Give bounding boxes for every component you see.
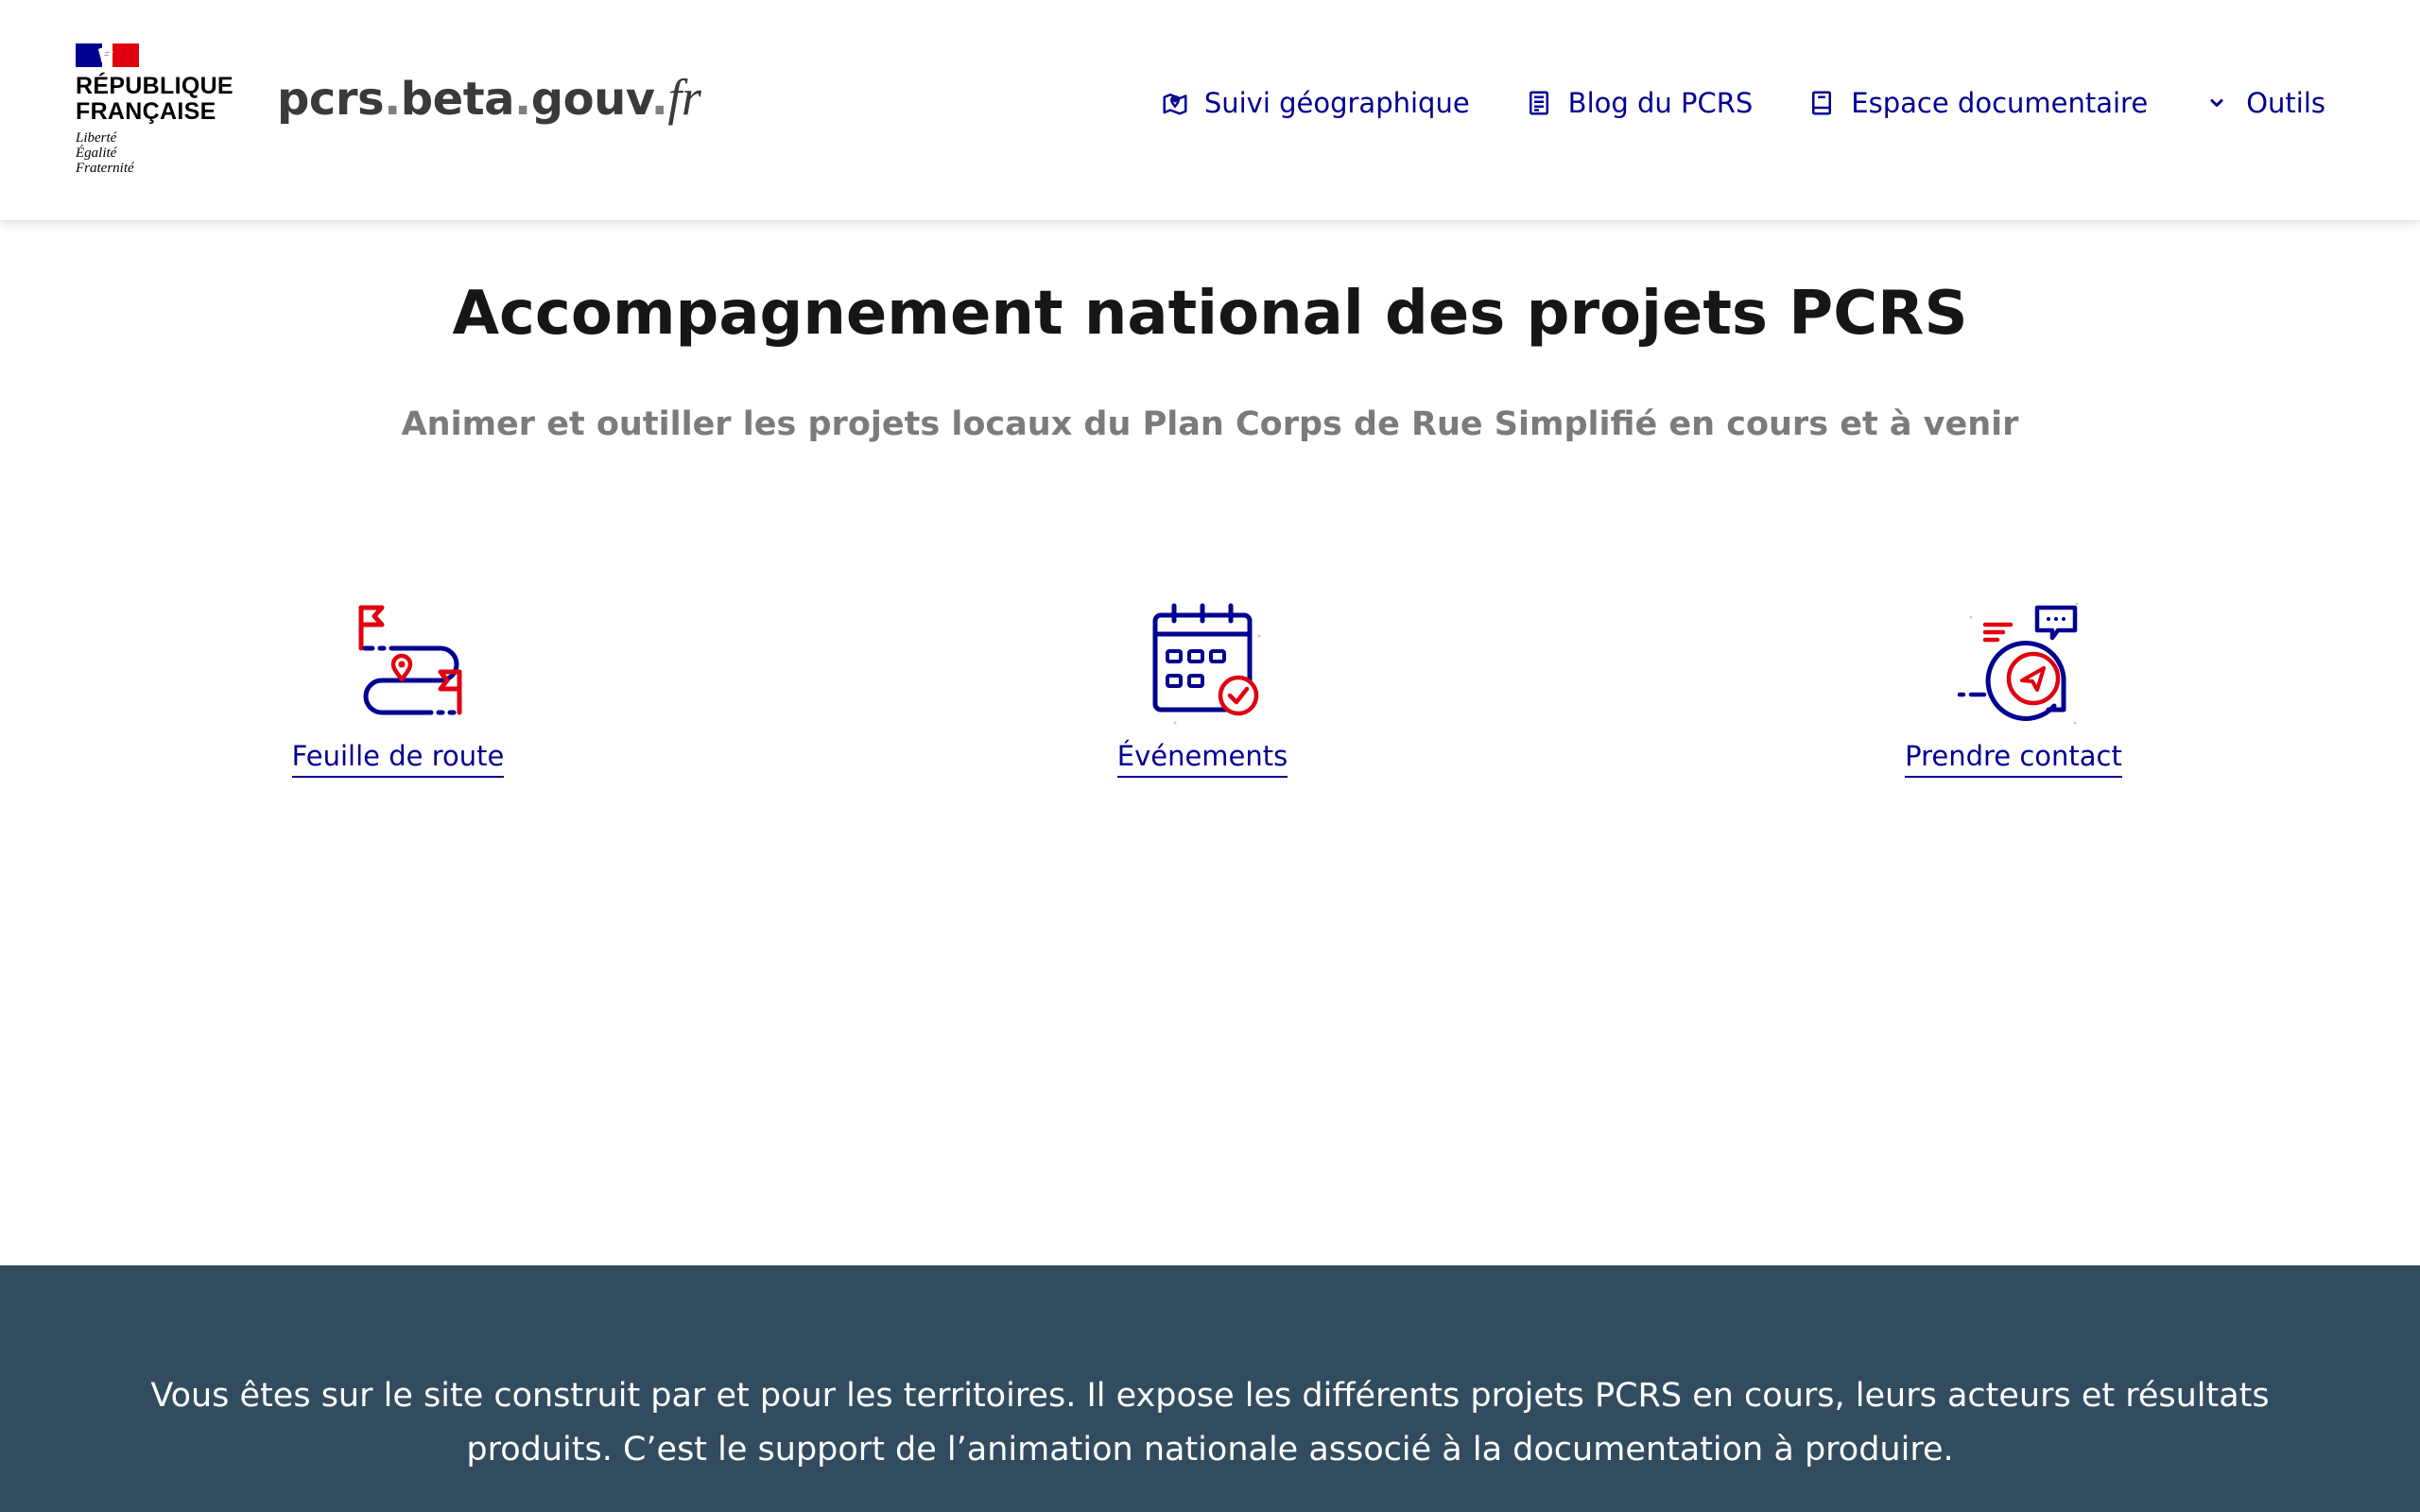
- site-title-link[interactable]: pcrs.beta.gouv.fr: [277, 68, 701, 127]
- nav-item-label: Outils: [2246, 87, 2325, 119]
- motto-line-2: Égalité: [76, 146, 117, 161]
- nav-item-espace-documentaire[interactable]: Espace documentaire: [1807, 87, 2148, 119]
- site-name-tld: fr: [667, 69, 701, 126]
- nav-item-outils[interactable]: Outils: [2203, 87, 2325, 119]
- site-name-dot-3: .: [650, 73, 668, 126]
- republique-francaise-name: RÉPUBLIQUE FRANÇAISE: [76, 73, 233, 125]
- nav-item-label: Blog du PCRS: [1567, 87, 1754, 119]
- site-name-part-3: beta: [400, 73, 515, 126]
- republique-francaise-logo[interactable]: RÉPUBLIQUE FRANÇAISE Liberté Égalité Fra…: [76, 43, 233, 176]
- republique-line-2: FRANÇAISE: [76, 98, 216, 125]
- intro-text: Vous êtes sur le site construit par et p…: [150, 1377, 2270, 1469]
- motto-line-1: Liberté: [76, 130, 117, 146]
- motto-line-3: Fraternité: [76, 161, 134, 176]
- tile-feuille-de-route[interactable]: Feuille de route: [199, 589, 596, 778]
- book-icon: [1807, 89, 1836, 117]
- chevron-down-icon: [2203, 89, 2231, 117]
- tile-evenements[interactable]: Événements: [1004, 589, 1401, 778]
- site-name-dot-2: .: [514, 73, 531, 126]
- nav-item-blog[interactable]: Blog du PCRS: [1525, 87, 1754, 119]
- page-subtitle: Animer et outiller les projets locaux du…: [401, 405, 2019, 443]
- tile-prendre-contact[interactable]: Prendre contact: [1815, 589, 2212, 778]
- main-content: Accompagnement national des projets PCRS…: [0, 220, 2420, 1265]
- site-name-part-5: gouv: [530, 73, 651, 126]
- contact-icon: [1957, 602, 2079, 725]
- page-title: Accompagnement national des projets PCRS: [452, 279, 1968, 349]
- nav-item-label: Espace documentaire: [1851, 87, 2149, 119]
- tile-link[interactable]: Feuille de route: [291, 740, 505, 778]
- intro-band: Vous êtes sur le site construit par et p…: [0, 1265, 2420, 1512]
- roadmap-icon: [358, 605, 462, 715]
- tile-link[interactable]: Prendre contact: [1905, 740, 2122, 778]
- tile-link[interactable]: Événements: [1116, 740, 1288, 778]
- republique-motto: Liberté Égalité Fraternité: [76, 130, 227, 176]
- main-navigation: Suivi géographique Blog du PCRS Espace d…: [1161, 87, 2325, 119]
- site-header: RÉPUBLIQUE FRANÇAISE Liberté Égalité Fra…: [0, 0, 2420, 221]
- site-name-part-1: pcrs: [277, 73, 385, 126]
- site-name-dot-1: .: [384, 73, 401, 126]
- map-pin-icon: [1161, 89, 1189, 117]
- republique-line-1: RÉPUBLIQUE: [76, 73, 233, 99]
- article-icon: [1525, 89, 1553, 117]
- marianne-flag-icon: [76, 43, 139, 67]
- nav-item-suivi-geographique[interactable]: Suivi géographique: [1161, 87, 1470, 119]
- nav-item-label: Suivi géographique: [1203, 87, 1470, 119]
- calendar-icon: [1152, 603, 1261, 725]
